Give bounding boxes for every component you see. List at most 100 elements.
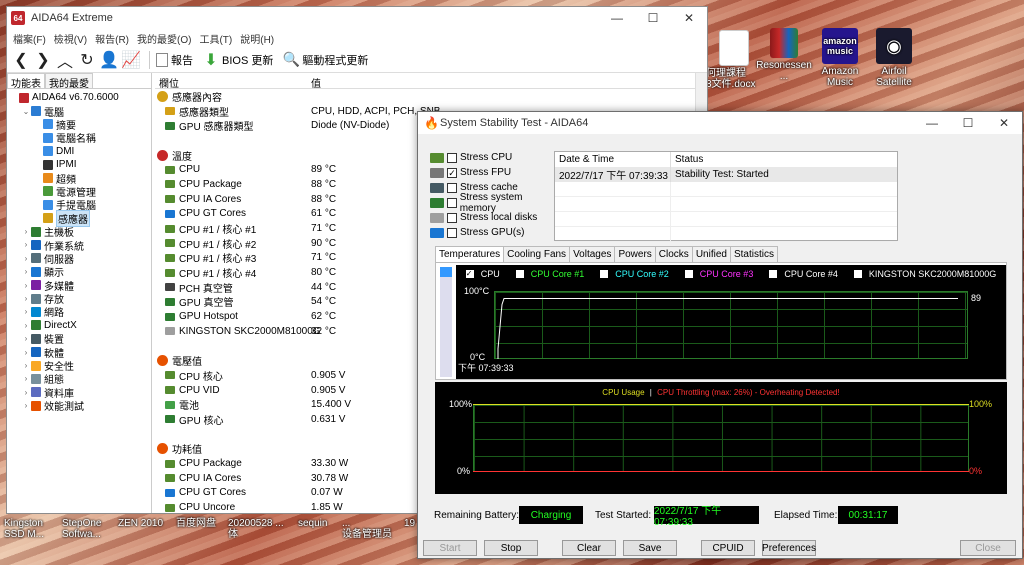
tree-item[interactable]: 電源管理 [7,185,151,199]
title-bar[interactable]: 🔥 System Stability Test - AIDA64 — ☐ ✕ [418,112,1022,134]
menu-tools[interactable]: 工具(T) [195,31,236,46]
title-bar[interactable]: 64 AIDA64 Extreme — ☐ ✕ [7,7,707,29]
expand-toggle-icon[interactable]: › [21,294,31,303]
stress-option[interactable]: Stress system memory [430,192,560,214]
maximize-button[interactable]: ☐ [635,11,671,25]
tree-item[interactable]: › 作業系統 [7,238,151,253]
expand-toggle-icon[interactable]: ⌄ [21,107,31,116]
graph-tab[interactable]: Unified [691,246,731,263]
tree-item[interactable]: AIDA64 v6.70.6000 [7,91,151,104]
preferences-button[interactable]: Preferences [762,540,816,556]
graph-tab[interactable]: Cooling Fans [503,246,571,263]
tree-item[interactable]: IPMI [7,158,151,171]
expand-toggle-icon[interactable]: › [21,388,31,397]
graph-tab[interactable]: Temperatures [435,246,505,263]
stress-option[interactable]: ✓ Stress FPU [430,165,560,180]
tree-item[interactable]: › 效能測試 [7,399,151,413]
log-column-status[interactable]: Status [671,152,703,167]
expand-toggle-icon[interactable]: › [21,361,31,370]
minimize-button[interactable]: — [599,11,635,25]
stress-option[interactable]: Stress GPU(s) [430,225,560,240]
desktop-icon-amazon-music[interactable]: amazon music Amazon Music [812,28,868,88]
expand-toggle-icon[interactable]: › [21,401,31,410]
desktop-label[interactable]: sequin [298,518,327,529]
series-checkbox[interactable] [853,270,862,278]
expand-toggle-icon[interactable]: › [21,321,31,330]
stress-checkbox[interactable] [447,182,457,193]
expand-toggle-icon[interactable]: › [21,281,31,290]
stress-checkbox[interactable] [447,212,457,223]
back-icon[interactable]: ❮ [11,50,31,70]
tree-item[interactable]: ⌄ 電腦 [7,104,151,119]
graph-item-list[interactable] [440,267,452,377]
clear-button[interactable]: Clear [562,540,616,556]
tree-item[interactable]: › 多媒體 [7,278,151,293]
tree-item[interactable]: DMI [7,145,151,158]
column-field[interactable]: 欄位 [155,73,307,90]
series-toggle[interactable]: KINGSTON SKC2000M81000G [850,269,1000,279]
close-button[interactable]: ✕ [671,11,707,25]
tree-item[interactable]: 感應器 [7,209,151,227]
menu-file[interactable]: 檔案(F) [9,31,50,46]
tree-item[interactable]: › 顯示 [7,265,151,279]
close-dialog-button[interactable]: Close [960,540,1016,556]
tree-item[interactable]: 超頻 [7,171,151,186]
desktop-label[interactable]: ... 设备管理员 [342,518,392,540]
desktop-label[interactable]: ZEN 2010 [118,518,163,529]
maximize-button[interactable]: ☐ [950,116,986,130]
stop-button[interactable]: Stop [484,540,538,556]
series-toggle[interactable]: CPU Core #4 [765,269,842,279]
series-checkbox[interactable] [769,270,778,278]
desktop-label[interactable]: 20200528 ... 体 [228,518,284,540]
tree-item[interactable]: › 安全性 [7,359,151,373]
tree-item[interactable]: › 軟體 [7,345,151,360]
series-toggle[interactable]: CPU Core #3 [681,269,758,279]
menu-report[interactable]: 報告(R) [91,31,133,46]
minimize-button[interactable]: — [914,116,950,130]
expand-toggle-icon[interactable]: › [21,334,31,343]
menu-favorites[interactable]: 我的最愛(O) [133,31,195,46]
up-icon[interactable]: ︿ [55,50,75,71]
bios-update-button[interactable]: ⬇ BIOS 更新 [203,52,273,69]
stress-checkbox[interactable]: ✓ [447,167,457,178]
series-checkbox[interactable] [515,270,524,278]
series-toggle[interactable]: ✓ CPU [462,269,504,279]
graph-tab[interactable]: Powers [614,246,656,263]
graph-tab[interactable]: Voltages [569,246,616,263]
expand-toggle-icon[interactable]: › [21,240,31,249]
tree-item[interactable]: › 資料庫 [7,386,151,400]
stress-checkbox[interactable] [446,197,457,208]
series-checkbox[interactable]: ✓ [465,270,474,278]
tree-item[interactable]: › 裝置 [7,332,151,346]
tree-item[interactable]: 電腦名稱 [7,131,151,145]
forward-icon[interactable]: ❯ [33,50,53,70]
tree-item[interactable]: › DirectX [7,319,151,332]
driver-update-button[interactable]: 🔍 驅動程式更新 [283,51,369,68]
close-button[interactable]: ✕ [986,116,1022,130]
user-icon[interactable]: 👤 [99,50,119,70]
desktop-icon-airfoil[interactable]: ◉ Airfoil Satellite [866,28,922,88]
expand-toggle-icon[interactable]: › [21,254,31,263]
tree-item[interactable]: › 存放 [7,292,151,306]
desktop-label[interactable]: 百度网盘 [176,518,216,529]
tab-favorites[interactable]: 我的最愛 [45,73,93,90]
tree-item[interactable]: › 網路 [7,305,151,319]
graph-tab[interactable]: Statistics [729,246,778,263]
expand-toggle-icon[interactable]: › [21,348,31,357]
column-value[interactable]: 值 [307,73,325,90]
desktop-label[interactable]: Kingston SSD M... [4,518,44,540]
series-checkbox[interactable] [684,270,693,278]
desktop-label[interactable]: 19 [404,518,415,529]
log-column-time[interactable]: Date & Time [555,152,671,167]
tree-item[interactable]: › 伺服器 [7,252,151,266]
tree-item[interactable]: 摘要 [7,118,151,132]
stress-checkbox[interactable] [447,152,457,163]
tree-item[interactable]: › 組態 [7,372,151,386]
expand-toggle-icon[interactable]: › [21,307,31,316]
tree-item[interactable]: › 主機板 [7,225,151,239]
menu-help[interactable]: 說明(H) [236,31,278,46]
series-toggle[interactable]: CPU Core #1 [512,269,589,279]
stress-option[interactable]: Stress CPU [430,150,560,165]
tab-menu[interactable]: 功能表 [7,73,45,90]
desktop-icon-resonessen[interactable]: Resonessen ... [754,28,814,82]
